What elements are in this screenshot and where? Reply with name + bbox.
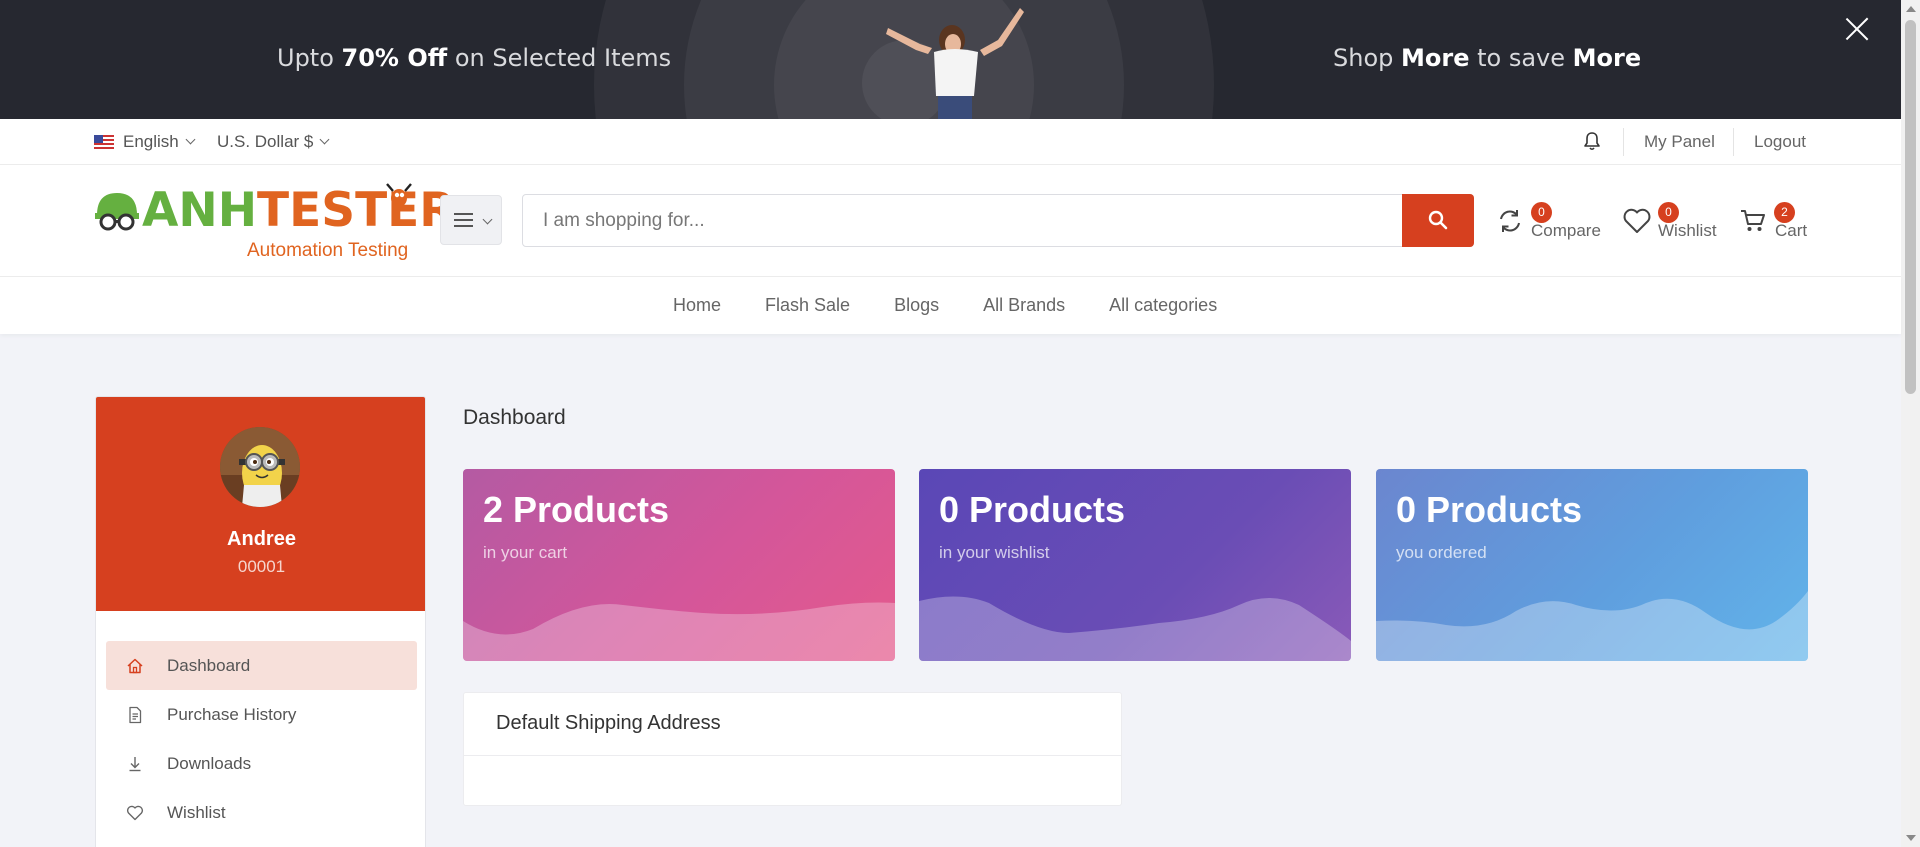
search-input[interactable]	[523, 195, 1402, 246]
nav-blogs[interactable]: Blogs	[894, 295, 939, 316]
card-value: 0 Products	[1396, 489, 1583, 530]
compare-icon	[1500, 210, 1520, 232]
chevron-down-icon	[185, 134, 196, 145]
currency-label: U.S. Dollar $	[217, 132, 314, 151]
sidebar-item-downloads[interactable]: Downloads	[106, 739, 417, 788]
hamburger-icon	[454, 213, 473, 227]
compare-link[interactable]: 0 Compare	[1496, 201, 1606, 245]
card-caption: in your wishlist	[939, 543, 1050, 562]
wishlist-label: Wishlist	[1658, 221, 1717, 240]
search-button[interactable]	[1402, 194, 1474, 247]
sidebar-item-dashboard[interactable]: Dashboard	[106, 641, 417, 690]
my-panel-link[interactable]: My Panel	[1644, 132, 1715, 152]
card-caption: you ordered	[1396, 543, 1487, 562]
card-wave-decoration	[1376, 591, 1808, 661]
sidebar-item-label: Purchase History	[167, 704, 297, 724]
sidebar-item-label: Wishlist	[167, 802, 226, 822]
compare-count-badge: 0	[1531, 202, 1552, 223]
us-flag-icon	[94, 135, 114, 149]
sidebar-menu: Dashboard Purchase History Downloads Wis…	[106, 641, 417, 837]
cart-count-badge: 2	[1774, 202, 1795, 223]
bell-icon[interactable]	[1582, 130, 1602, 152]
category-menu-button[interactable]	[440, 195, 502, 245]
divider	[1733, 128, 1734, 156]
orders-summary-card: 0 Products you ordered	[1376, 469, 1808, 661]
chevron-down-icon	[482, 214, 493, 225]
sidebar-item-label: Dashboard	[167, 655, 251, 675]
promo-right-text: Shop More to save More	[1333, 44, 1642, 72]
currency-selector[interactable]: U.S. Dollar $	[217, 132, 330, 152]
page-title: Dashboard	[463, 406, 566, 429]
card-value: 2 Products	[483, 489, 670, 530]
default-shipping-address-panel: Default Shipping Address	[463, 692, 1122, 806]
scroll-up-arrow-icon[interactable]	[1906, 6, 1916, 12]
search-icon	[1428, 210, 1448, 230]
wishlist-summary-card: 0 Products in your wishlist	[919, 469, 1351, 661]
account-sidebar: Andree 00001 Dashboard Purchase History …	[95, 396, 426, 847]
divider	[464, 755, 1121, 756]
chevron-down-icon	[319, 134, 330, 145]
wishlist-link[interactable]: 0 Wishlist	[1622, 201, 1722, 245]
scrollbar-thumb[interactable]	[1905, 20, 1916, 394]
page-scrollbar[interactable]	[1901, 0, 1920, 847]
promo-banner: Upto 70% Off on Selected Items Shop More…	[0, 0, 1901, 119]
card-caption: in your cart	[483, 543, 568, 562]
language-selector[interactable]: English	[94, 132, 196, 152]
sidebar-item-purchase-history[interactable]: Purchase History	[106, 690, 417, 739]
nav-home[interactable]: Home	[673, 295, 721, 316]
cart-icon	[1741, 210, 1765, 231]
logo-mascot-icon	[95, 193, 139, 231]
heart-icon	[126, 805, 144, 821]
cart-label: Cart	[1775, 221, 1808, 240]
nav-flash-sale[interactable]: Flash Sale	[765, 295, 850, 316]
logo-bug-icon	[386, 183, 412, 207]
sidebar-item-label: Downloads	[167, 753, 252, 773]
card-wave-decoration	[919, 596, 1351, 661]
sidebar-item-wishlist[interactable]: Wishlist	[106, 788, 417, 837]
panel-title: Default Shipping Address	[496, 712, 721, 734]
avatar-image	[220, 427, 300, 507]
card-value: 0 Products	[939, 489, 1126, 530]
top-bar: English U.S. Dollar $ My Panel Logout	[0, 119, 1901, 165]
scroll-down-arrow-icon[interactable]	[1906, 835, 1916, 841]
close-icon[interactable]	[1844, 16, 1870, 42]
wishlist-count-badge: 0	[1658, 202, 1679, 223]
site-logo[interactable]: ANHTESTER Automation Testing	[93, 183, 455, 263]
promo-model-image	[886, 8, 1024, 119]
home-icon	[127, 658, 143, 674]
logout-link[interactable]: Logout	[1754, 132, 1806, 152]
document-icon	[129, 706, 142, 724]
avatar[interactable]	[220, 427, 300, 507]
main-nav: Home Flash Sale Blogs All Brands All cat…	[0, 277, 1901, 334]
heart-icon	[1623, 208, 1651, 233]
cart-summary-card: 2 Products in your cart	[463, 469, 895, 661]
nav-all-categories[interactable]: All categories	[1109, 295, 1217, 316]
compare-label: Compare	[1531, 221, 1601, 240]
download-icon	[129, 757, 141, 772]
logo-tagline: Automation Testing	[247, 240, 409, 261]
search-bar	[522, 194, 1474, 247]
site-header: ANHTESTER Automation Testing 0	[0, 165, 1901, 277]
cart-link[interactable]: 2 Cart	[1740, 201, 1810, 245]
language-label: English	[123, 132, 179, 151]
promo-left-text: Upto 70% Off on Selected Items	[277, 44, 672, 72]
user-name: Andree	[227, 528, 296, 550]
divider	[1623, 128, 1624, 156]
card-wave-decoration	[463, 602, 895, 661]
nav-all-brands[interactable]: All Brands	[983, 295, 1065, 316]
profile-card: Andree 00001	[96, 397, 425, 611]
user-id: 00001	[237, 557, 286, 576]
